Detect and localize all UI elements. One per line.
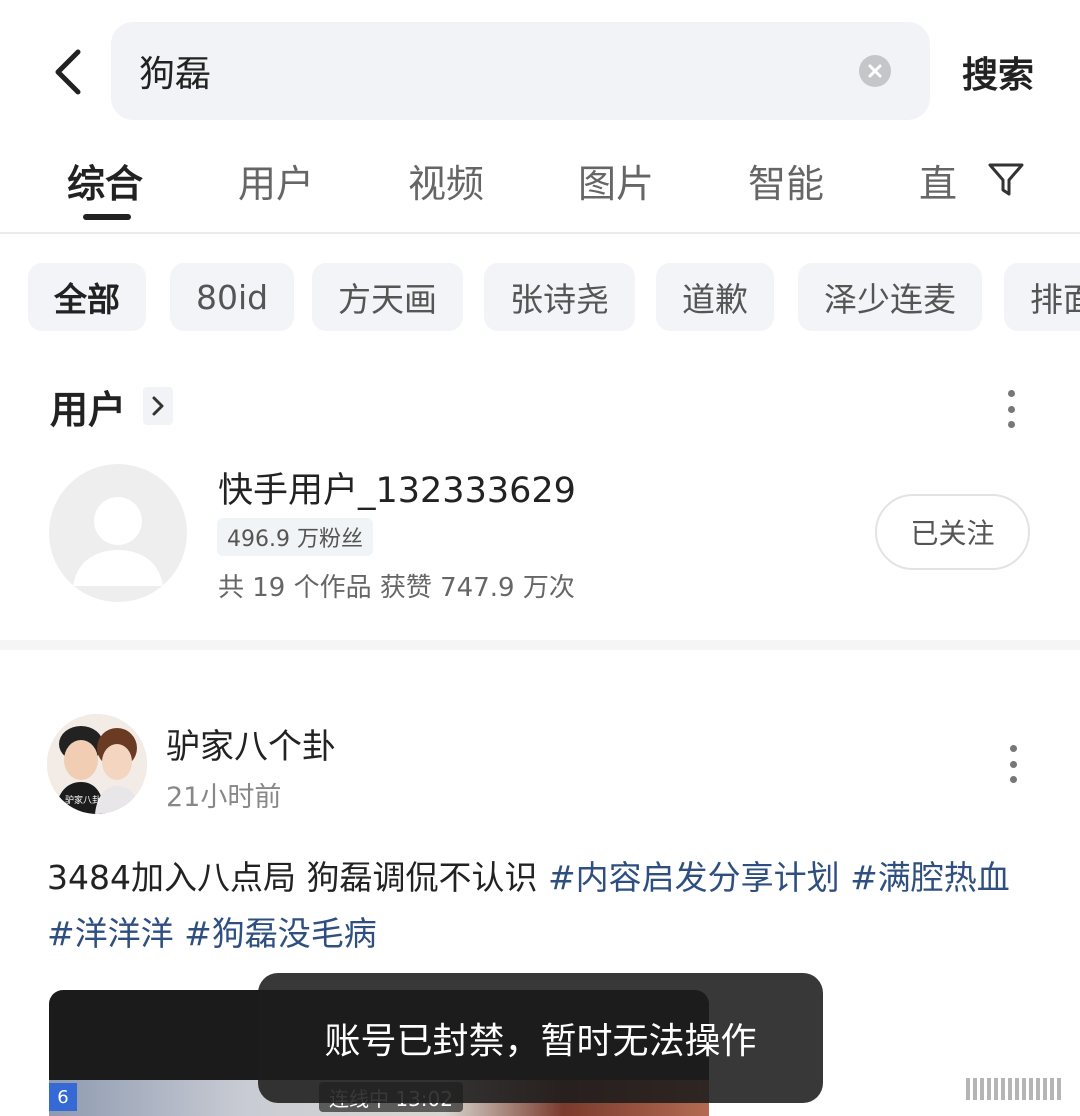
post-caption: 3484加入八点局 狗磊调侃不认识 #内容启发分享计划 #满腔热血 #洋洋洋 #狗… — [47, 850, 1037, 962]
suggestion-chips: 全部 80id 方天画 张诗尧 道歉 泽少连麦 排面 — [0, 263, 1080, 331]
post-author-avatar[interactable]: 驴家八卦 — [47, 714, 147, 814]
tab-images[interactable]: 图片 — [578, 152, 654, 208]
hashtag[interactable]: #狗磊没毛病 — [184, 914, 377, 953]
clear-search-button[interactable] — [859, 55, 891, 87]
filter-icon — [988, 163, 1024, 196]
tab-live[interactable]: 直 — [919, 152, 957, 208]
search-box — [111, 22, 930, 120]
chip-apology[interactable]: 道歉 — [656, 263, 774, 331]
search-button[interactable]: 搜索 — [956, 45, 1040, 99]
toast-message: 账号已封禁，暂时无法操作 — [258, 973, 823, 1103]
post-author-name[interactable]: 驴家八个卦 — [166, 720, 336, 767]
default-avatar-icon — [73, 497, 163, 586]
post-caption-text: 3484加入八点局 狗磊调侃不认识 — [47, 858, 548, 897]
tab-all[interactable]: 综合 — [67, 152, 143, 208]
tab-videos[interactable]: 视频 — [408, 152, 484, 208]
section-separator — [0, 640, 1080, 650]
chevron-left-icon — [55, 49, 81, 95]
avatar[interactable] — [49, 464, 187, 602]
user-section-title[interactable]: 用户 — [50, 380, 126, 432]
avatar-caption: 驴家八卦 — [65, 796, 102, 806]
fans-count-badge: 496.9 万粉丝 — [217, 518, 373, 556]
watermark — [966, 1076, 1072, 1102]
tabs-divider — [0, 232, 1080, 234]
user-section-more-icon[interactable] — [999, 384, 1023, 434]
chevron-right-icon — [152, 396, 164, 416]
tab-smart[interactable]: 智能 — [748, 152, 824, 208]
chip-fangtianhua[interactable]: 方天画 — [312, 263, 463, 331]
post-more-icon[interactable] — [1001, 739, 1025, 789]
video-badge: 6 — [49, 1083, 77, 1111]
chip-all[interactable]: 全部 — [28, 263, 146, 331]
hashtag[interactable]: #内容启发分享计划 — [548, 858, 840, 897]
user-name[interactable]: 快手用户_132333629 — [218, 462, 576, 512]
close-icon — [868, 64, 882, 78]
user-stats: 共 19 个作品 获赞 747.9 万次 — [218, 572, 575, 603]
following-button[interactable]: 已关注 — [875, 494, 1030, 570]
search-input[interactable] — [139, 44, 819, 98]
tab-users[interactable]: 用户 — [238, 152, 314, 208]
chip-zhangshiyao[interactable]: 张诗尧 — [484, 263, 635, 331]
user-section-more[interactable] — [143, 387, 173, 425]
filter-button[interactable] — [984, 158, 1028, 202]
hashtag[interactable]: #洋洋洋 — [47, 914, 174, 953]
hashtag[interactable]: #满腔热血 — [850, 858, 1010, 897]
chip-zeshao[interactable]: 泽少连麦 — [798, 263, 982, 331]
chip-80id[interactable]: 80id — [170, 263, 295, 331]
back-button[interactable] — [40, 42, 96, 102]
post-timestamp: 21小时前 — [166, 781, 282, 813]
active-tab-indicator — [83, 214, 131, 220]
chip-paimian[interactable]: 排面 — [1004, 263, 1080, 331]
